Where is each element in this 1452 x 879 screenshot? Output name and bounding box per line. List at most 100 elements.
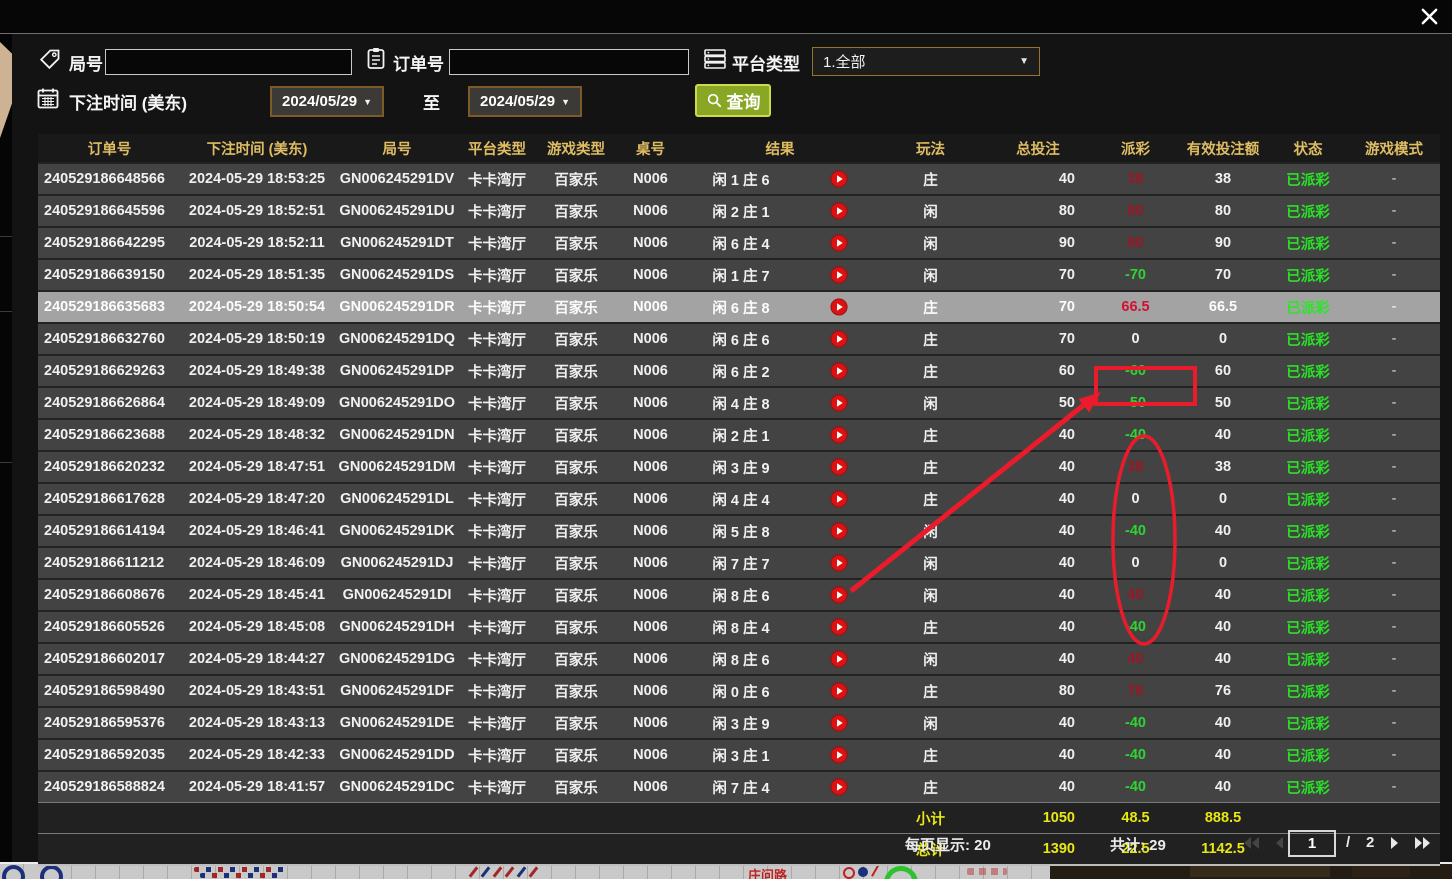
next-page-button[interactable] <box>1384 833 1406 853</box>
replay-button[interactable] <box>830 298 848 316</box>
last-page-button[interactable] <box>1412 833 1434 853</box>
cell-order-id: 240529186614194 <box>38 515 181 547</box>
replay-button[interactable] <box>830 330 848 348</box>
cell-game-type: 百家乐 <box>533 227 619 259</box>
cell-game-type: 百家乐 <box>533 547 619 579</box>
cell-order-id: 240529186632760 <box>38 323 181 355</box>
cell-table-no: N006 <box>619 739 682 771</box>
col-header-platform: 平台类型 <box>461 134 533 163</box>
cell-game-type: 百家乐 <box>533 195 619 227</box>
cell-bet-time: 2024-05-29 18:46:41 <box>181 515 333 547</box>
cell-valid-bet: 40 <box>1178 771 1268 803</box>
cell-payout: -70 <box>1093 259 1178 291</box>
cell-platform: 卡卡湾厅 <box>461 771 533 803</box>
cell-game-mode: - <box>1348 355 1440 387</box>
round-filter-label: 局号 <box>69 50 103 75</box>
table-row: 2405291866268642024-05-29 18:49:09GN0062… <box>38 387 1440 419</box>
modal-top-bar <box>0 0 1452 34</box>
replay-play-icon <box>830 554 848 572</box>
cell-game-type: 百家乐 <box>533 259 619 291</box>
replay-button[interactable] <box>830 650 848 668</box>
replay-play-icon <box>830 234 848 252</box>
cell-game-mode: - <box>1348 195 1440 227</box>
replay-button[interactable] <box>830 554 848 572</box>
replay-button[interactable] <box>830 362 848 380</box>
cell-bet-time: 2024-05-29 18:43:51 <box>181 675 333 707</box>
replay-button[interactable] <box>830 490 848 508</box>
cell-total-bet: 70 <box>983 291 1093 323</box>
cell-total-bet: 70 <box>983 259 1093 291</box>
replay-button[interactable] <box>830 618 848 636</box>
cell-replay <box>800 195 878 227</box>
cell-total-bet: 70 <box>983 323 1093 355</box>
replay-button[interactable] <box>830 458 848 476</box>
table-row: 2405291866327602024-05-29 18:50:19GN0062… <box>38 323 1440 355</box>
cell-round-id: GN006245291DE <box>333 707 461 739</box>
platform-select[interactable]: 1.全部 ▼ <box>812 47 1040 76</box>
table-row: 2405291866236882024-05-29 18:48:32GN0062… <box>38 419 1440 451</box>
cell-valid-bet: 76 <box>1178 675 1268 707</box>
cell-payout: 38 <box>1093 163 1178 195</box>
roadmap-strokes <box>472 866 535 878</box>
cell-table-no: N006 <box>619 195 682 227</box>
cell-total-bet: 40 <box>983 483 1093 515</box>
replay-button[interactable] <box>830 778 848 796</box>
page-number-input[interactable] <box>1288 830 1336 857</box>
cell-play-type: 闲 <box>878 707 983 739</box>
date-to-picker[interactable]: 2024/05/29 ▼ <box>468 86 582 117</box>
bet-records-table: 订单号下注时间 (美东)局号平台类型游戏类型桌号结果玩法总投注派彩有效投注额状态… <box>38 134 1440 864</box>
round-input[interactable] <box>105 49 352 75</box>
cell-play-type: 庄 <box>878 739 983 771</box>
order-input[interactable] <box>449 49 689 75</box>
table-row: 2405291865953762024-05-29 18:43:13GN0062… <box>38 707 1440 739</box>
cell-status: 已派彩 <box>1268 163 1348 195</box>
prev-page-button[interactable] <box>1268 833 1290 853</box>
cell-order-id: 240529186598490 <box>38 675 181 707</box>
replay-button[interactable] <box>830 586 848 604</box>
cell-order-id: 240529186592035 <box>38 739 181 771</box>
cell-platform: 卡卡湾厅 <box>461 291 533 323</box>
cell-play-type: 庄 <box>878 355 983 387</box>
cell-valid-bet: 70 <box>1178 259 1268 291</box>
cell-valid-bet: 40 <box>1178 739 1268 771</box>
search-button[interactable]: 查询 <box>695 84 771 117</box>
replay-button[interactable] <box>830 266 848 284</box>
replay-button[interactable] <box>830 426 848 444</box>
next-page-icon <box>1389 836 1401 850</box>
cell-bet-time: 2024-05-29 18:52:51 <box>181 195 333 227</box>
table-row: 2405291866485662024-05-29 18:53:25GN0062… <box>38 163 1440 195</box>
cell-order-id: 240529186602017 <box>38 643 181 675</box>
cell-total-bet: 80 <box>983 675 1093 707</box>
cell-table-no: N006 <box>619 483 682 515</box>
replay-button[interactable] <box>830 394 848 412</box>
replay-button[interactable] <box>830 522 848 540</box>
cell-round-id: GN006245291DQ <box>333 323 461 355</box>
replay-button[interactable] <box>830 234 848 252</box>
cell-valid-bet: 66.5 <box>1178 291 1268 323</box>
cell-result: 闲 3 庄 9 <box>682 451 800 483</box>
cell-payout: -50 <box>1093 387 1178 419</box>
cell-result: 闲 8 庄 6 <box>682 643 800 675</box>
cell-replay <box>800 483 878 515</box>
replay-button[interactable] <box>830 202 848 220</box>
col-header-payout: 派彩 <box>1093 134 1178 163</box>
close-button[interactable] <box>1414 2 1444 30</box>
cell-order-id: 240529186623688 <box>38 419 181 451</box>
first-page-button[interactable] <box>1240 833 1262 853</box>
table-row: 2405291866176282024-05-29 18:47:20GN0062… <box>38 483 1440 515</box>
replay-button[interactable] <box>830 170 848 188</box>
cell-game-type: 百家乐 <box>533 163 619 195</box>
cell-total-bet: 40 <box>983 419 1093 451</box>
cell-result: 闲 8 庄 4 <box>682 611 800 643</box>
date-from-picker[interactable]: 2024/05/29 ▼ <box>270 86 384 117</box>
cell-replay <box>800 579 878 611</box>
cell-result: 闲 1 庄 7 <box>682 259 800 291</box>
cell-order-id: 240529186639150 <box>38 259 181 291</box>
replay-button[interactable] <box>830 746 848 764</box>
cell-payout: 80 <box>1093 195 1178 227</box>
replay-button[interactable] <box>830 682 848 700</box>
cell-payout: 0 <box>1093 547 1178 579</box>
cell-bet-time: 2024-05-29 18:47:20 <box>181 483 333 515</box>
replay-button[interactable] <box>830 714 848 732</box>
replay-play-icon <box>830 202 848 220</box>
